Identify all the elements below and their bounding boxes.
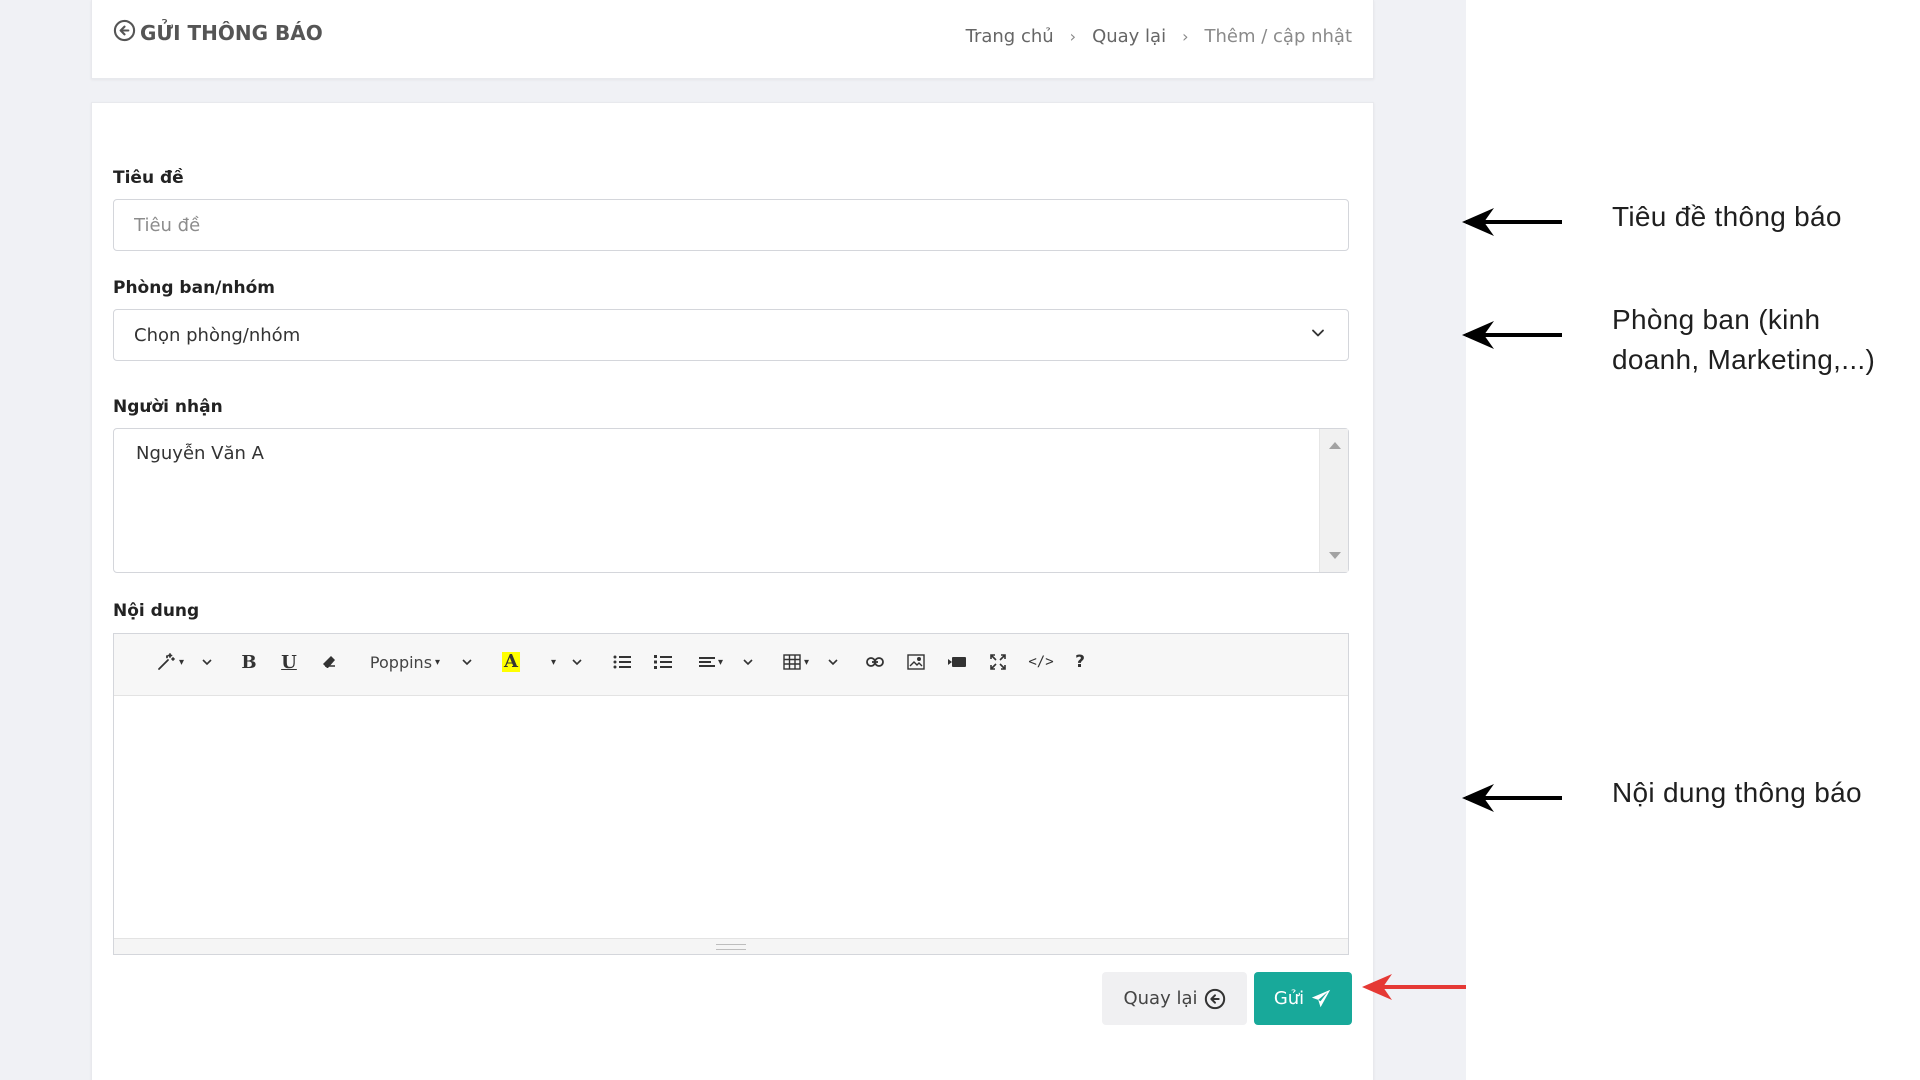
recipient-label: Người nhận (113, 397, 223, 417)
chevron-down-icon (1308, 323, 1328, 347)
font-name-value: Poppins (369, 652, 433, 672)
font-dropdown-chevron-icon[interactable] (460, 648, 474, 676)
fullscreen-icon[interactable] (987, 648, 1009, 676)
link-icon[interactable] (864, 648, 886, 676)
bold-icon[interactable]: B (238, 648, 260, 676)
recipient-scrollbar[interactable] (1319, 429, 1348, 572)
align-dropdown-chevron-icon[interactable] (741, 648, 755, 676)
paper-plane-icon (1312, 989, 1331, 1007)
breadcrumb: Trang chủ › Quay lại › Thêm / cập nhật (966, 26, 1352, 47)
table-dropdown-chevron-icon[interactable] (826, 648, 840, 676)
color-caret-icon[interactable]: ▾ (546, 648, 558, 676)
chevron-right-icon: › (1182, 27, 1189, 46)
annotation-department-text: Phòng ban (kinh doanh, Marketing,...) (1612, 304, 1876, 375)
annotation-arrow-content (1462, 784, 1562, 812)
text-color-icon[interactable]: A (500, 648, 522, 676)
form-card: Tiêu đề Phòng ban/nhóm Chọn phòng/nhóm N… (91, 102, 1374, 1080)
help-icon[interactable]: ? (1069, 648, 1091, 676)
header-card: GỬI THÔNG BÁO Trang chủ › Quay lại › Thê… (91, 0, 1374, 79)
title-input[interactable] (113, 199, 1349, 251)
scroll-down-icon[interactable] (1329, 552, 1341, 559)
content-label: Nội dung (113, 601, 200, 621)
resize-grip-icon[interactable] (716, 944, 746, 950)
chevron-right-icon: › (1069, 27, 1077, 46)
annotation-arrow-title (1462, 208, 1562, 236)
rich-text-editor: ▾ B U Poppins ▾ A ▾ ▾ ▾ </> ? (113, 633, 1349, 955)
breadcrumb-current: Thêm / cập nhật (1204, 26, 1353, 47)
annotation-arrow-department (1462, 321, 1562, 349)
department-label: Phòng ban/nhóm (113, 278, 275, 298)
breadcrumb-back[interactable]: Quay lại (1092, 26, 1166, 47)
send-button-label: Gửi (1273, 988, 1305, 1009)
send-button[interactable]: Gửi (1254, 972, 1352, 1025)
annotation-content-text: Nội dung thông báo (1612, 777, 1862, 808)
editor-resize-handle[interactable] (114, 938, 1348, 954)
annotation-title-text: Tiêu đề thông báo (1612, 201, 1842, 232)
back-circle-icon[interactable] (113, 19, 136, 47)
picture-icon[interactable] (905, 648, 927, 676)
back-button-label: Quay lại (1123, 988, 1198, 1009)
title-label: Tiêu đề (113, 168, 184, 188)
video-icon[interactable] (946, 648, 968, 676)
color-dropdown-chevron-icon[interactable] (570, 648, 584, 676)
ordered-list-icon[interactable] (652, 648, 674, 676)
back-circle-icon (1204, 988, 1225, 1009)
department-select-value: Chọn phòng/nhóm (134, 324, 301, 346)
breadcrumb-home[interactable]: Trang chủ (966, 26, 1054, 47)
annotation-arrow-send (1362, 974, 1466, 1000)
underline-icon[interactable]: U (278, 648, 300, 676)
editor-content-area[interactable] (114, 696, 1348, 940)
recipient-option[interactable]: Nguyễn Văn A (136, 443, 264, 464)
code-view-icon[interactable]: </> (1028, 648, 1054, 676)
font-name-dropdown[interactable]: Poppins ▾ (364, 648, 446, 676)
paragraph-align-icon[interactable]: ▾ (694, 648, 728, 676)
editor-toolbar: ▾ B U Poppins ▾ A ▾ ▾ ▾ </> ? (114, 634, 1348, 696)
eraser-icon[interactable] (319, 648, 341, 676)
back-button[interactable]: Quay lại (1102, 972, 1247, 1025)
recipient-listbox[interactable]: Nguyễn Văn A (113, 428, 1349, 573)
page-title: GỬI THÔNG BÁO (113, 19, 323, 47)
page-title-text: GỬI THÔNG BÁO (140, 21, 323, 45)
scroll-up-icon[interactable] (1329, 442, 1341, 449)
style-dropdown-chevron-icon[interactable] (200, 648, 214, 676)
department-select[interactable]: Chọn phòng/nhóm (113, 309, 1349, 361)
magic-style-icon[interactable]: ▾ (152, 648, 188, 676)
table-icon[interactable]: ▾ (779, 648, 813, 676)
unordered-list-icon[interactable] (611, 648, 633, 676)
